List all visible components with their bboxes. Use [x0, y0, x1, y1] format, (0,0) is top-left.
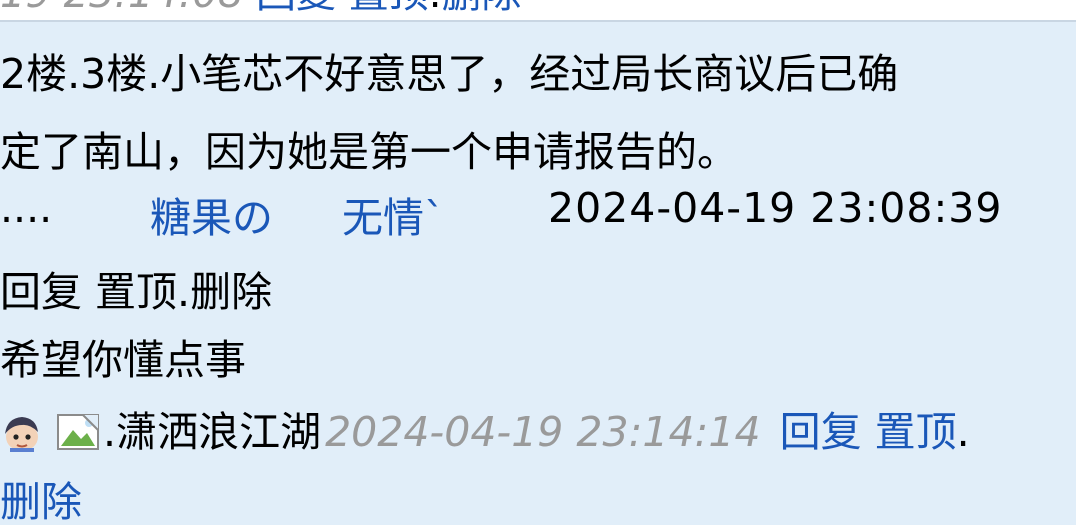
previous-post-actions: 19 23:14:08 回复 置顶.删除: [0, 0, 521, 14]
broken-image-icon: [55, 412, 103, 452]
reply-pin-link[interactable]: 置顶: [875, 408, 957, 456]
post-time: 2024-04-19 23:08:39: [548, 184, 1003, 232]
post-actions: 回复 置顶.删除: [0, 258, 272, 318]
reply-separator: .: [956, 408, 970, 456]
reply-actions-wrap: 删除: [0, 468, 82, 528]
reply-time: 2024-04-19 23:14:14: [325, 408, 761, 456]
reply-meta-line: .潇洒浪江湖2024-04-19 23:14:14 回复 置顶.: [0, 398, 970, 458]
post-text-line-2: 定了南山，因为她是第一个申请报告的。: [0, 128, 738, 176]
pin-link[interactable]: 置顶: [95, 268, 177, 316]
author-name-part-2[interactable]: 无情ˋ: [342, 184, 445, 244]
reply-author-name[interactable]: 潇洒浪江湖: [116, 408, 321, 456]
previous-post-footer: 19 23:14:08 回复 置顶.删除: [0, 0, 1076, 20]
reply-text: 希望你懂点事: [0, 336, 246, 384]
meta-prefix: ....: [0, 184, 53, 232]
reply-reply-link[interactable]: 回复: [780, 408, 862, 456]
previous-pin-link[interactable]: 置顶: [349, 0, 429, 17]
previous-reply-link[interactable]: 回复: [256, 0, 336, 17]
author-name-part-1[interactable]: 糖果の: [150, 184, 273, 244]
delete-link[interactable]: 删除: [190, 268, 272, 316]
meta-dot: .: [103, 408, 117, 456]
reply-delete-link[interactable]: 删除: [0, 478, 82, 526]
comment-thread-panel: 2楼.3楼.小笔芯不好意思了，经过局长商议后已确 定了南山，因为她是第一个申请报…: [0, 22, 1076, 528]
previous-delete-link[interactable]: 删除: [441, 0, 521, 17]
post-text-line-1: 2楼.3楼.小笔芯不好意思了，经过局长商议后已确: [0, 50, 899, 98]
previous-post-time: 19 23:14:08: [0, 0, 243, 17]
action-separator: .: [177, 268, 191, 316]
reply-link[interactable]: 回复: [0, 268, 82, 316]
user-avatar-icon: [0, 412, 42, 452]
previous-separator: .: [429, 0, 442, 17]
